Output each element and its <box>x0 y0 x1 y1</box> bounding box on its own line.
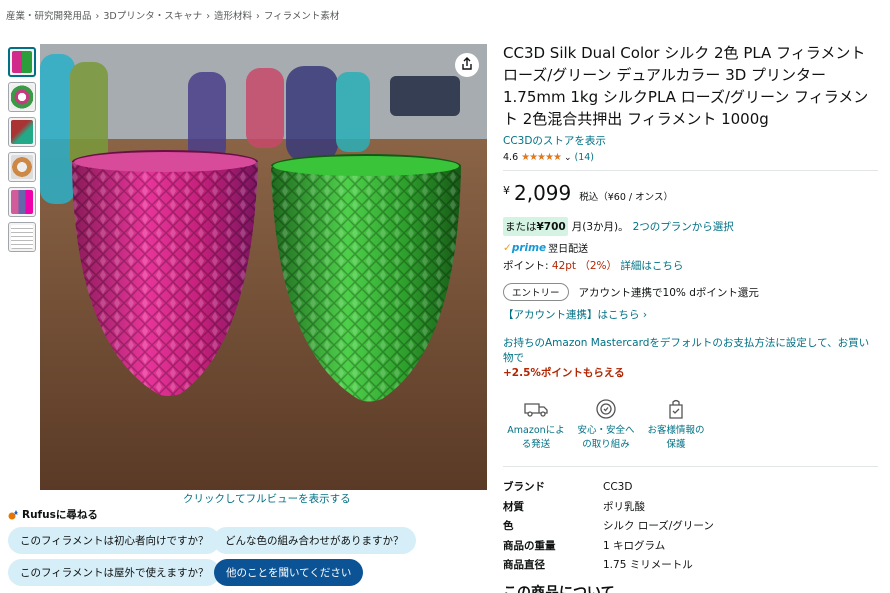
fullview-link[interactable]: クリックしてフルビューを表示する <box>183 491 351 506</box>
spec-row: 材質 ポリ乳酸 <box>503 500 645 513</box>
breadcrumb: 産業・研究開発用品 › 3Dプリンタ・スキャナ › 造形材料 › フィラメント素材 <box>6 11 340 22</box>
breadcrumb-item[interactable]: フィラメント素材 <box>264 11 340 22</box>
price-row: ¥ 2,099 税込（¥60 / オンス） <box>503 181 878 205</box>
thumbnail[interactable] <box>8 152 36 182</box>
breadcrumb-item[interactable]: 3Dプリンタ・スキャナ <box>103 11 202 22</box>
feature-item[interactable]: 安心・安全への取り組み <box>573 395 639 452</box>
delivery-text: 翌日配送 <box>548 244 589 255</box>
rufus-chip[interactable]: どんな色の組み合わせがありますか？ <box>213 527 416 554</box>
spec-row: 商品直径 1.75 ミリメートル <box>503 559 693 572</box>
rufus-chip[interactable]: このフィラメントは初心者向けですか？ <box>8 527 221 554</box>
share-button[interactable] <box>455 53 479 77</box>
spec-row: 色シルク ローズ/グリーン <box>503 520 714 533</box>
card-bonus: +2.5%ポイントもらえる <box>503 367 625 379</box>
star-icon[interactable]: ★★★★★ <box>521 152 562 163</box>
rating-value: 4.6 <box>503 152 519 163</box>
thumbnail[interactable] <box>8 82 36 112</box>
rufus-heading: Rufusに尋ねる <box>8 507 98 522</box>
check-icon: ✓ <box>503 241 512 254</box>
entry-button[interactable]: エントリー <box>503 283 569 301</box>
ask-other-button[interactable]: 他のことを聞いてください <box>214 559 364 586</box>
points-row: ポイント: 42pt （2%） 詳細はこちら <box>503 258 878 273</box>
shield-icon <box>573 395 639 423</box>
breadcrumb-item[interactable]: 造形材料 <box>214 11 252 22</box>
spec-table: ブランド CC3D 材質 ポリ乳酸 色シルク ローズ/グリーン 商品の重量 1 キログ… <box>503 466 878 575</box>
rufus-chip[interactable]: このフィラメントは屋外で使えますか？ <box>8 559 221 586</box>
product-details: CC3D Silk Dual Color シルク 2色 PLA フィラメント ロ… <box>503 42 878 575</box>
thumbnail[interactable] <box>8 222 36 252</box>
points-link[interactable]: 詳細はこちら <box>620 260 683 272</box>
entry-text: アカウント連携で10% dポイント還元 <box>578 286 759 299</box>
prime-row: ✓prime 翌日配送 <box>503 240 878 256</box>
rufus-title: Rufusに尋ねる <box>22 509 98 521</box>
card-promo[interactable]: お持ちのAmazon Mastercardをデフォルトのお支払方法に設定して、お… <box>503 336 878 381</box>
entry-row: エントリー アカウント連携で10% dポイント還元 <box>503 283 878 301</box>
chevron-down-icon[interactable]: ⌄ <box>564 153 572 163</box>
lock-bag-icon <box>643 395 709 423</box>
price-unit: 税込（¥60 / オンス） <box>579 192 673 203</box>
breadcrumb-item[interactable]: 産業・研究開発用品 <box>6 11 92 22</box>
account-link[interactable]: 【アカウント連携】はこちら › <box>503 307 878 322</box>
product-image[interactable] <box>40 44 487 490</box>
feature-item[interactable]: Amazonによる発送 <box>503 395 569 452</box>
installment-row: または¥700 月(3か月)。 2つのプランから選択 <box>503 217 878 236</box>
price-symbol: ¥ <box>503 184 510 197</box>
about-heading: この商品について <box>503 585 615 593</box>
share-icon <box>460 56 474 75</box>
installment-link[interactable]: 2つのプランから選択 <box>633 219 734 234</box>
installment-badge: または¥700 <box>503 217 568 236</box>
features: Amazonによる発送 安心・安全への取り組み お客様情報の保護 <box>503 395 878 452</box>
thumbnail[interactable] <box>8 117 36 147</box>
prime-logo: ✓prime <box>503 241 547 254</box>
rating-count[interactable]: (14) <box>574 152 594 163</box>
rufus-icon <box>8 509 18 520</box>
rating-row: 4.6 ★★★★★ ⌄ (14) <box>503 152 878 163</box>
store-link[interactable]: CC3Dのストアを表示 <box>503 133 878 148</box>
points-label: ポイント: <box>503 260 549 272</box>
points-value: 42pt （2%） <box>551 260 618 272</box>
product-title: CC3D Silk Dual Color シルク 2色 PLA フィラメント ロ… <box>503 44 869 128</box>
thumbnail[interactable] <box>8 187 36 217</box>
thumbnail-list <box>8 47 36 257</box>
feature-item[interactable]: お客様情報の保護 <box>643 395 709 452</box>
spec-row: 商品の重量 1 キログラム <box>503 539 666 552</box>
spec-row: ブランド CC3D <box>503 480 633 494</box>
price: 2,099 <box>514 181 572 205</box>
truck-icon <box>503 395 569 423</box>
thumbnail[interactable] <box>8 47 36 77</box>
installment-suffix: 月(3か月)。 <box>571 221 629 233</box>
